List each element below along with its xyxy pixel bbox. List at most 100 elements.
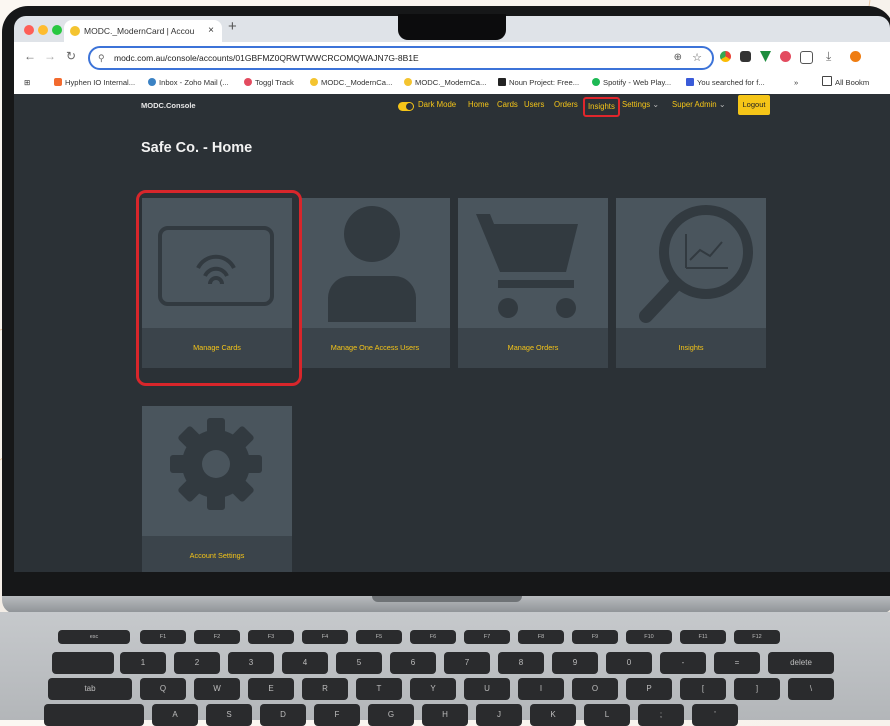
nav-cards[interactable]: Cards xyxy=(497,94,518,116)
key-9[interactable]: 9 xyxy=(552,652,598,674)
brand-logo[interactable]: MODC.Console xyxy=(141,101,196,110)
key-5[interactable]: 5 xyxy=(336,652,382,674)
bookmark-item[interactable]: Hyphen IO Internal... xyxy=(54,72,135,94)
nav-home[interactable]: Home xyxy=(468,94,489,116)
forward-icon[interactable]: → xyxy=(44,49,56,63)
key-k[interactable]: K xyxy=(530,704,576,726)
tile-manage-users[interactable]: Manage One Access Users xyxy=(300,198,450,368)
key-u[interactable]: U xyxy=(464,678,510,700)
key-6[interactable]: 6 xyxy=(390,652,436,674)
key-f3[interactable]: F3 xyxy=(248,630,294,644)
nav-insights[interactable]: Insights xyxy=(583,97,620,117)
bookmark-item[interactable]: MODC._ModernCa... xyxy=(310,72,392,94)
key-y[interactable]: Y xyxy=(410,678,456,700)
key-q[interactable]: Q xyxy=(140,678,186,700)
tile-insights[interactable]: Insights xyxy=(616,198,766,368)
extension-red-icon[interactable] xyxy=(780,51,791,62)
key-l[interactable]: L xyxy=(584,704,630,726)
key-7[interactable]: 7 xyxy=(444,652,490,674)
key-f9[interactable]: F9 xyxy=(572,630,618,644)
profile-avatar[interactable] xyxy=(850,51,861,62)
key-s[interactable]: S xyxy=(206,704,252,726)
key-f4[interactable]: F4 xyxy=(302,630,348,644)
tab-close-icon[interactable]: × xyxy=(208,20,214,42)
bookmark-item[interactable]: Spotify - Web Play... xyxy=(592,72,671,94)
extensions-puzzle-icon[interactable] xyxy=(800,51,813,64)
tile-art xyxy=(616,198,766,328)
bookmark-item[interactable]: MODC._ModernCa... xyxy=(404,72,486,94)
key-r[interactable]: R xyxy=(302,678,348,700)
address-bar[interactable]: ⚲ modc.com.au/console/accounts/01GBFMZ0Q… xyxy=(88,46,714,70)
laptop-screen: MODC._ModernCard | Accou × + ← → ↻ ⚲ mod… xyxy=(14,16,890,572)
key-o[interactable]: O xyxy=(572,678,618,700)
key-backtick[interactable] xyxy=(52,652,114,674)
bookmark-item[interactable]: Noun Project: Free... xyxy=(498,72,579,94)
key-f7[interactable]: F7 xyxy=(464,630,510,644)
logout-button[interactable]: Logout xyxy=(738,95,770,115)
bookmarks-overflow-button[interactable]: » xyxy=(794,72,798,94)
key-2[interactable]: 2 xyxy=(174,652,220,674)
key-f5[interactable]: F5 xyxy=(356,630,402,644)
key-0[interactable]: 0 xyxy=(606,652,652,674)
key-delete[interactable]: delete xyxy=(768,652,834,674)
key-caps[interactable] xyxy=(44,704,144,726)
key-h[interactable]: H xyxy=(422,704,468,726)
key-f10[interactable]: F10 xyxy=(626,630,672,644)
download-icon[interactable]: ⤓ xyxy=(826,49,831,64)
key-w[interactable]: W xyxy=(194,678,240,700)
key-backslash[interactable]: \ xyxy=(788,678,834,700)
key-4[interactable]: 4 xyxy=(282,652,328,674)
key-3[interactable]: 3 xyxy=(228,652,274,674)
key-8[interactable]: 8 xyxy=(498,652,544,674)
key-f12[interactable]: F12 xyxy=(734,630,780,644)
browser-tab-active[interactable]: MODC._ModernCard | Accou × xyxy=(64,20,222,42)
key-1[interactable]: 1 xyxy=(120,652,166,674)
key-f6[interactable]: F6 xyxy=(410,630,456,644)
key-equals[interactable]: = xyxy=(714,652,760,674)
key-a[interactable]: A xyxy=(152,704,198,726)
bookmark-star-icon[interactable]: ☆ xyxy=(692,48,702,68)
close-window-button[interactable] xyxy=(24,25,34,35)
key-e[interactable]: E xyxy=(248,678,294,700)
tile-manage-orders[interactable]: Manage Orders xyxy=(458,198,608,368)
key-f11[interactable]: F11 xyxy=(680,630,726,644)
dark-mode-toggle[interactable] xyxy=(398,102,414,111)
zoom-icon[interactable]: ⊕ xyxy=(674,48,682,68)
key-tab[interactable]: tab xyxy=(48,678,132,700)
key-quote[interactable]: ' xyxy=(692,704,738,726)
key-f1[interactable]: F1 xyxy=(140,630,186,644)
all-bookmarks-button[interactable]: All Bookm xyxy=(822,72,869,94)
minimize-window-button[interactable] xyxy=(38,25,48,35)
key-j[interactable]: J xyxy=(476,704,522,726)
key-f8[interactable]: F8 xyxy=(518,630,564,644)
nav-users[interactable]: Users xyxy=(524,94,544,116)
key-close-bracket[interactable]: ] xyxy=(734,678,780,700)
key-semicolon[interactable]: ; xyxy=(638,704,684,726)
extension-filter-icon[interactable] xyxy=(760,51,771,62)
tile-account-settings[interactable]: Account Settings xyxy=(142,406,292,572)
back-icon[interactable]: ← xyxy=(24,49,36,63)
key-d[interactable]: D xyxy=(260,704,306,726)
nav-orders[interactable]: Orders xyxy=(554,94,578,116)
key-f[interactable]: F xyxy=(314,704,360,726)
nav-settings[interactable]: Settings ⌄ xyxy=(622,94,659,116)
key-f2[interactable]: F2 xyxy=(194,630,240,644)
apps-grid-icon[interactable]: ⊞ xyxy=(24,72,30,94)
bookmark-item[interactable]: You searched for f... xyxy=(686,72,765,94)
key-p[interactable]: P xyxy=(626,678,672,700)
bookmark-item[interactable]: Toggl Track xyxy=(244,72,294,94)
extension-square-icon[interactable] xyxy=(740,51,751,62)
site-info-icon[interactable]: ⚲ xyxy=(98,48,105,68)
maximize-window-button[interactable] xyxy=(52,25,62,35)
key-open-bracket[interactable]: [ xyxy=(680,678,726,700)
extension-color-icon[interactable] xyxy=(720,51,731,62)
key-esc[interactable]: esc xyxy=(58,630,130,644)
key-t[interactable]: T xyxy=(356,678,402,700)
key-i[interactable]: I xyxy=(518,678,564,700)
key-g[interactable]: G xyxy=(368,704,414,726)
key-minus[interactable]: - xyxy=(660,652,706,674)
new-tab-button[interactable]: + xyxy=(228,18,237,35)
reload-icon[interactable]: ↻ xyxy=(66,49,76,63)
bookmark-item[interactable]: Inbox - Zoho Mail (... xyxy=(148,72,229,94)
nav-super-admin[interactable]: Super Admin ⌄ xyxy=(672,94,725,116)
